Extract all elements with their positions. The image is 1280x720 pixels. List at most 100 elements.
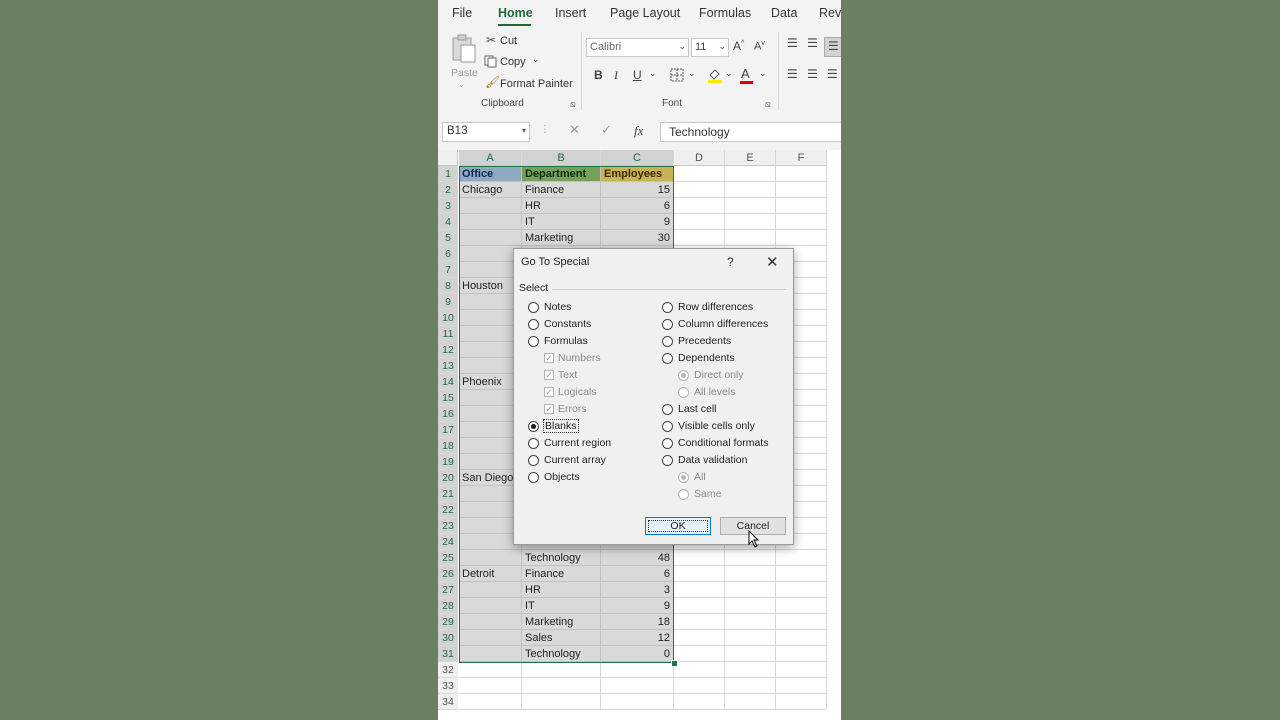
row-header[interactable]: 31 — [438, 646, 458, 662]
table-cell[interactable]: 6 — [601, 198, 674, 214]
align-top-icon[interactable]: ☰ — [787, 36, 798, 50]
table-cell[interactable]: HR — [522, 198, 601, 214]
radio-button[interactable] — [662, 438, 673, 449]
table-cell[interactable] — [674, 630, 725, 646]
row-header[interactable]: 9 — [438, 294, 458, 310]
table-cell[interactable]: 18 — [601, 614, 674, 630]
row-header[interactable]: 4 — [438, 214, 458, 230]
table-cell[interactable] — [776, 214, 827, 230]
align-middle-icon[interactable]: ☰ — [807, 36, 818, 50]
table-cell[interactable] — [674, 198, 725, 214]
borders-icon[interactable] — [670, 68, 684, 82]
table-cell[interactable] — [725, 230, 776, 246]
option-current-region[interactable]: Current region — [528, 437, 678, 451]
table-cell[interactable] — [776, 230, 827, 246]
row-header[interactable]: 23 — [438, 518, 458, 534]
table-cell[interactable] — [776, 550, 827, 566]
row-header[interactable]: 3 — [438, 198, 458, 214]
row-header[interactable]: 22 — [438, 502, 458, 518]
table-cell[interactable] — [459, 694, 522, 710]
table-cell[interactable] — [674, 678, 725, 694]
ok-button[interactable]: OK — [645, 517, 711, 535]
table-cell[interactable] — [725, 566, 776, 582]
radio-button[interactable] — [528, 455, 539, 466]
column-header-b[interactable]: B — [522, 150, 601, 166]
table-cell[interactable]: Detroit — [459, 566, 522, 582]
radio-button[interactable] — [528, 336, 539, 347]
table-cell[interactable]: Chicago — [459, 182, 522, 198]
table-cell[interactable]: 9 — [601, 598, 674, 614]
header-cell[interactable]: Office — [459, 166, 522, 182]
table-cell[interactable]: 6 — [601, 566, 674, 582]
option-notes[interactable]: Notes — [528, 301, 678, 315]
table-cell[interactable] — [459, 598, 522, 614]
row-header[interactable]: 7 — [438, 262, 458, 278]
paste-button[interactable]: Paste ⌄ — [448, 32, 478, 89]
underline-button[interactable]: U — [633, 68, 642, 82]
radio-button[interactable] — [528, 472, 539, 483]
cancel-icon[interactable]: ✕ — [569, 122, 580, 138]
table-cell[interactable] — [776, 598, 827, 614]
column-header-c[interactable]: C — [601, 150, 674, 166]
table-cell[interactable] — [674, 646, 725, 662]
font-color-dropdown-icon[interactable]: ⌄ — [759, 68, 767, 79]
row-header[interactable]: 1 — [438, 166, 458, 182]
table-cell[interactable]: 0 — [601, 646, 674, 662]
table-cell[interactable] — [522, 694, 601, 710]
table-cell[interactable] — [725, 630, 776, 646]
column-header-e[interactable]: E — [725, 150, 776, 166]
insert-function-button[interactable]: fx — [634, 123, 643, 139]
table-cell[interactable] — [725, 694, 776, 710]
radio-button[interactable] — [528, 302, 539, 313]
table-cell[interactable] — [776, 662, 827, 678]
option-data-validation[interactable]: Data validation — [662, 454, 812, 468]
table-cell[interactable] — [674, 614, 725, 630]
row-header[interactable]: 19 — [438, 454, 458, 470]
radio-button[interactable] — [662, 353, 673, 364]
tab-data[interactable]: Data — [771, 6, 797, 20]
enter-icon[interactable]: ✓ — [601, 122, 612, 138]
align-center-icon[interactable]: ☰ — [807, 67, 818, 81]
table-cell[interactable] — [601, 662, 674, 678]
table-cell[interactable] — [459, 550, 522, 566]
table-cell[interactable]: 15 — [601, 182, 674, 198]
row-header[interactable]: 24 — [438, 534, 458, 550]
table-cell[interactable] — [725, 166, 776, 182]
table-cell[interactable] — [674, 182, 725, 198]
italic-button[interactable]: I — [614, 68, 618, 83]
option-column-differences[interactable]: Column differences — [662, 318, 812, 332]
option-constants[interactable]: Constants — [528, 318, 678, 332]
option-visible-cells-only[interactable]: Visible cells only — [662, 420, 812, 434]
row-header[interactable]: 28 — [438, 598, 458, 614]
table-cell[interactable] — [674, 598, 725, 614]
radio-button[interactable] — [662, 336, 673, 347]
table-cell[interactable] — [725, 582, 776, 598]
option-objects[interactable]: Objects — [528, 471, 678, 485]
row-header[interactable]: 18 — [438, 438, 458, 454]
table-cell[interactable] — [522, 678, 601, 694]
decrease-font-icon[interactable]: Av — [754, 40, 765, 53]
table-cell[interactable] — [459, 582, 522, 598]
fill-color-icon[interactable] — [707, 67, 723, 83]
table-cell[interactable] — [459, 614, 522, 630]
option-current-array[interactable]: Current array — [528, 454, 678, 468]
row-header[interactable]: 8 — [438, 278, 458, 294]
table-cell[interactable] — [776, 182, 827, 198]
increase-font-icon[interactable]: A^ — [733, 39, 744, 53]
table-cell[interactable]: Technology — [522, 550, 601, 566]
table-cell[interactable] — [776, 198, 827, 214]
header-cell[interactable]: Employees — [601, 166, 674, 182]
table-cell[interactable] — [776, 166, 827, 182]
table-cell[interactable] — [601, 678, 674, 694]
table-cell[interactable]: Technology — [522, 646, 601, 662]
table-cell[interactable] — [725, 550, 776, 566]
radio-button[interactable] — [662, 455, 673, 466]
radio-button[interactable] — [662, 404, 673, 415]
radio-button[interactable] — [528, 319, 539, 330]
table-cell[interactable] — [776, 694, 827, 710]
radio-button[interactable] — [662, 319, 673, 330]
font-size-select[interactable]: 11 ⌄ — [691, 38, 729, 57]
table-cell[interactable] — [459, 646, 522, 662]
row-header[interactable]: 21 — [438, 486, 458, 502]
table-cell[interactable]: IT — [522, 598, 601, 614]
